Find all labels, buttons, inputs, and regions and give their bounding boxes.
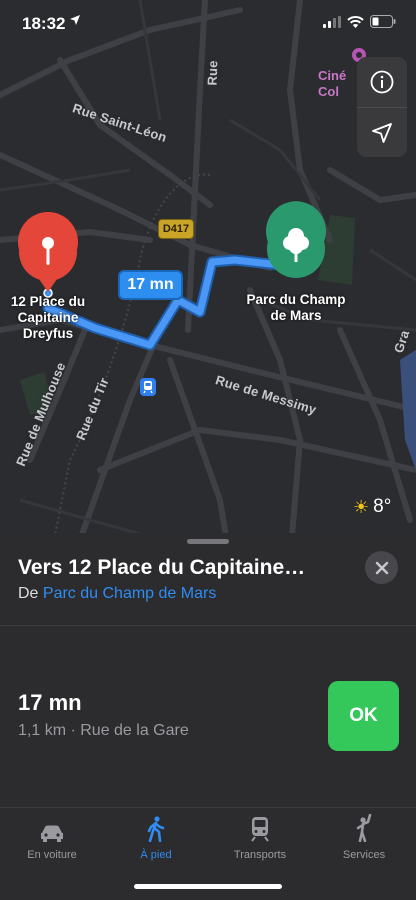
- poi-cinema-line1: Ciné: [318, 68, 347, 83]
- tab-label: En voiture: [27, 849, 77, 861]
- tab-a-pied[interactable]: À pied: [104, 808, 208, 868]
- route-duration: 17 mn: [18, 690, 82, 715]
- ok-button[interactable]: OK: [328, 681, 399, 751]
- locate-me-button[interactable]: [357, 108, 407, 158]
- tab-services[interactable]: Services: [312, 808, 416, 868]
- origin-line: De Parc du Champ de Mars: [18, 585, 216, 603]
- walking-icon: [147, 816, 165, 842]
- tab-label: À pied: [140, 849, 172, 861]
- destination-label-line2: de Mars: [270, 308, 322, 323]
- origin-label: 12 Place du Capitaine Dreyfus: [0, 294, 96, 342]
- info-button[interactable]: [357, 57, 407, 107]
- train-station-icon[interactable]: [140, 378, 156, 396]
- hail-icon: [356, 814, 372, 842]
- close-icon: [375, 561, 388, 574]
- weather-temp: 8°: [373, 496, 392, 517]
- road-badge-d417: D417: [158, 219, 194, 239]
- wifi-icon: [347, 15, 364, 28]
- origin-link[interactable]: Parc du Champ de Mars: [43, 585, 216, 602]
- info-icon: [370, 70, 394, 94]
- location-arrow-icon: [70, 15, 80, 25]
- poi-cinema-line2: Col: [318, 84, 339, 99]
- status-time: 18:32: [22, 14, 66, 33]
- train-icon: [251, 817, 269, 842]
- tab-label: Services: [342, 849, 386, 861]
- car-icon: [41, 825, 63, 842]
- destination-label-line1: Parc du Champ: [246, 292, 346, 307]
- tab-en-voiture[interactable]: En voiture: [0, 808, 104, 868]
- destination-title: Vers 12 Place du Capitaine…: [18, 556, 306, 579]
- sheet-divider: [0, 625, 416, 626]
- sun-icon: ☀: [353, 496, 370, 517]
- tab-label: Transports: [233, 849, 287, 861]
- weather-indicator: ☀ 8°: [353, 496, 391, 518]
- poi-cinema-label[interactable]: Ciné Col: [318, 68, 346, 100]
- destination-pin[interactable]: [265, 201, 326, 278]
- map-view[interactable]: Rue Rue Saint-Léon Rue de Mulhouse Rue d…: [0, 0, 416, 560]
- route-meta: 1,1 km · Rue de la Gare: [18, 722, 189, 739]
- origin-label-line1: 12 Place du: [10, 294, 86, 309]
- sheet-grabber[interactable]: [187, 539, 229, 544]
- street-label-rue-top: Rue: [204, 60, 221, 86]
- origin-pin[interactable]: [17, 212, 78, 298]
- home-indicator[interactable]: [134, 884, 282, 889]
- map-controls: [357, 57, 407, 157]
- status-bar: 18:32: [0, 0, 416, 50]
- destination-label: Parc du Champ de Mars: [228, 292, 364, 324]
- tab-transports[interactable]: Transports: [208, 808, 312, 868]
- signal-icon: [323, 15, 341, 28]
- location-arrow-icon: [372, 123, 392, 143]
- battery-icon: [370, 15, 396, 28]
- origin-label-line3: Dreyfus: [22, 326, 74, 341]
- origin-prefix: De: [18, 585, 39, 602]
- origin-label-line2: Capitaine: [17, 310, 79, 325]
- close-button[interactable]: [365, 551, 398, 584]
- route-time-badge[interactable]: 17 mn: [118, 270, 183, 300]
